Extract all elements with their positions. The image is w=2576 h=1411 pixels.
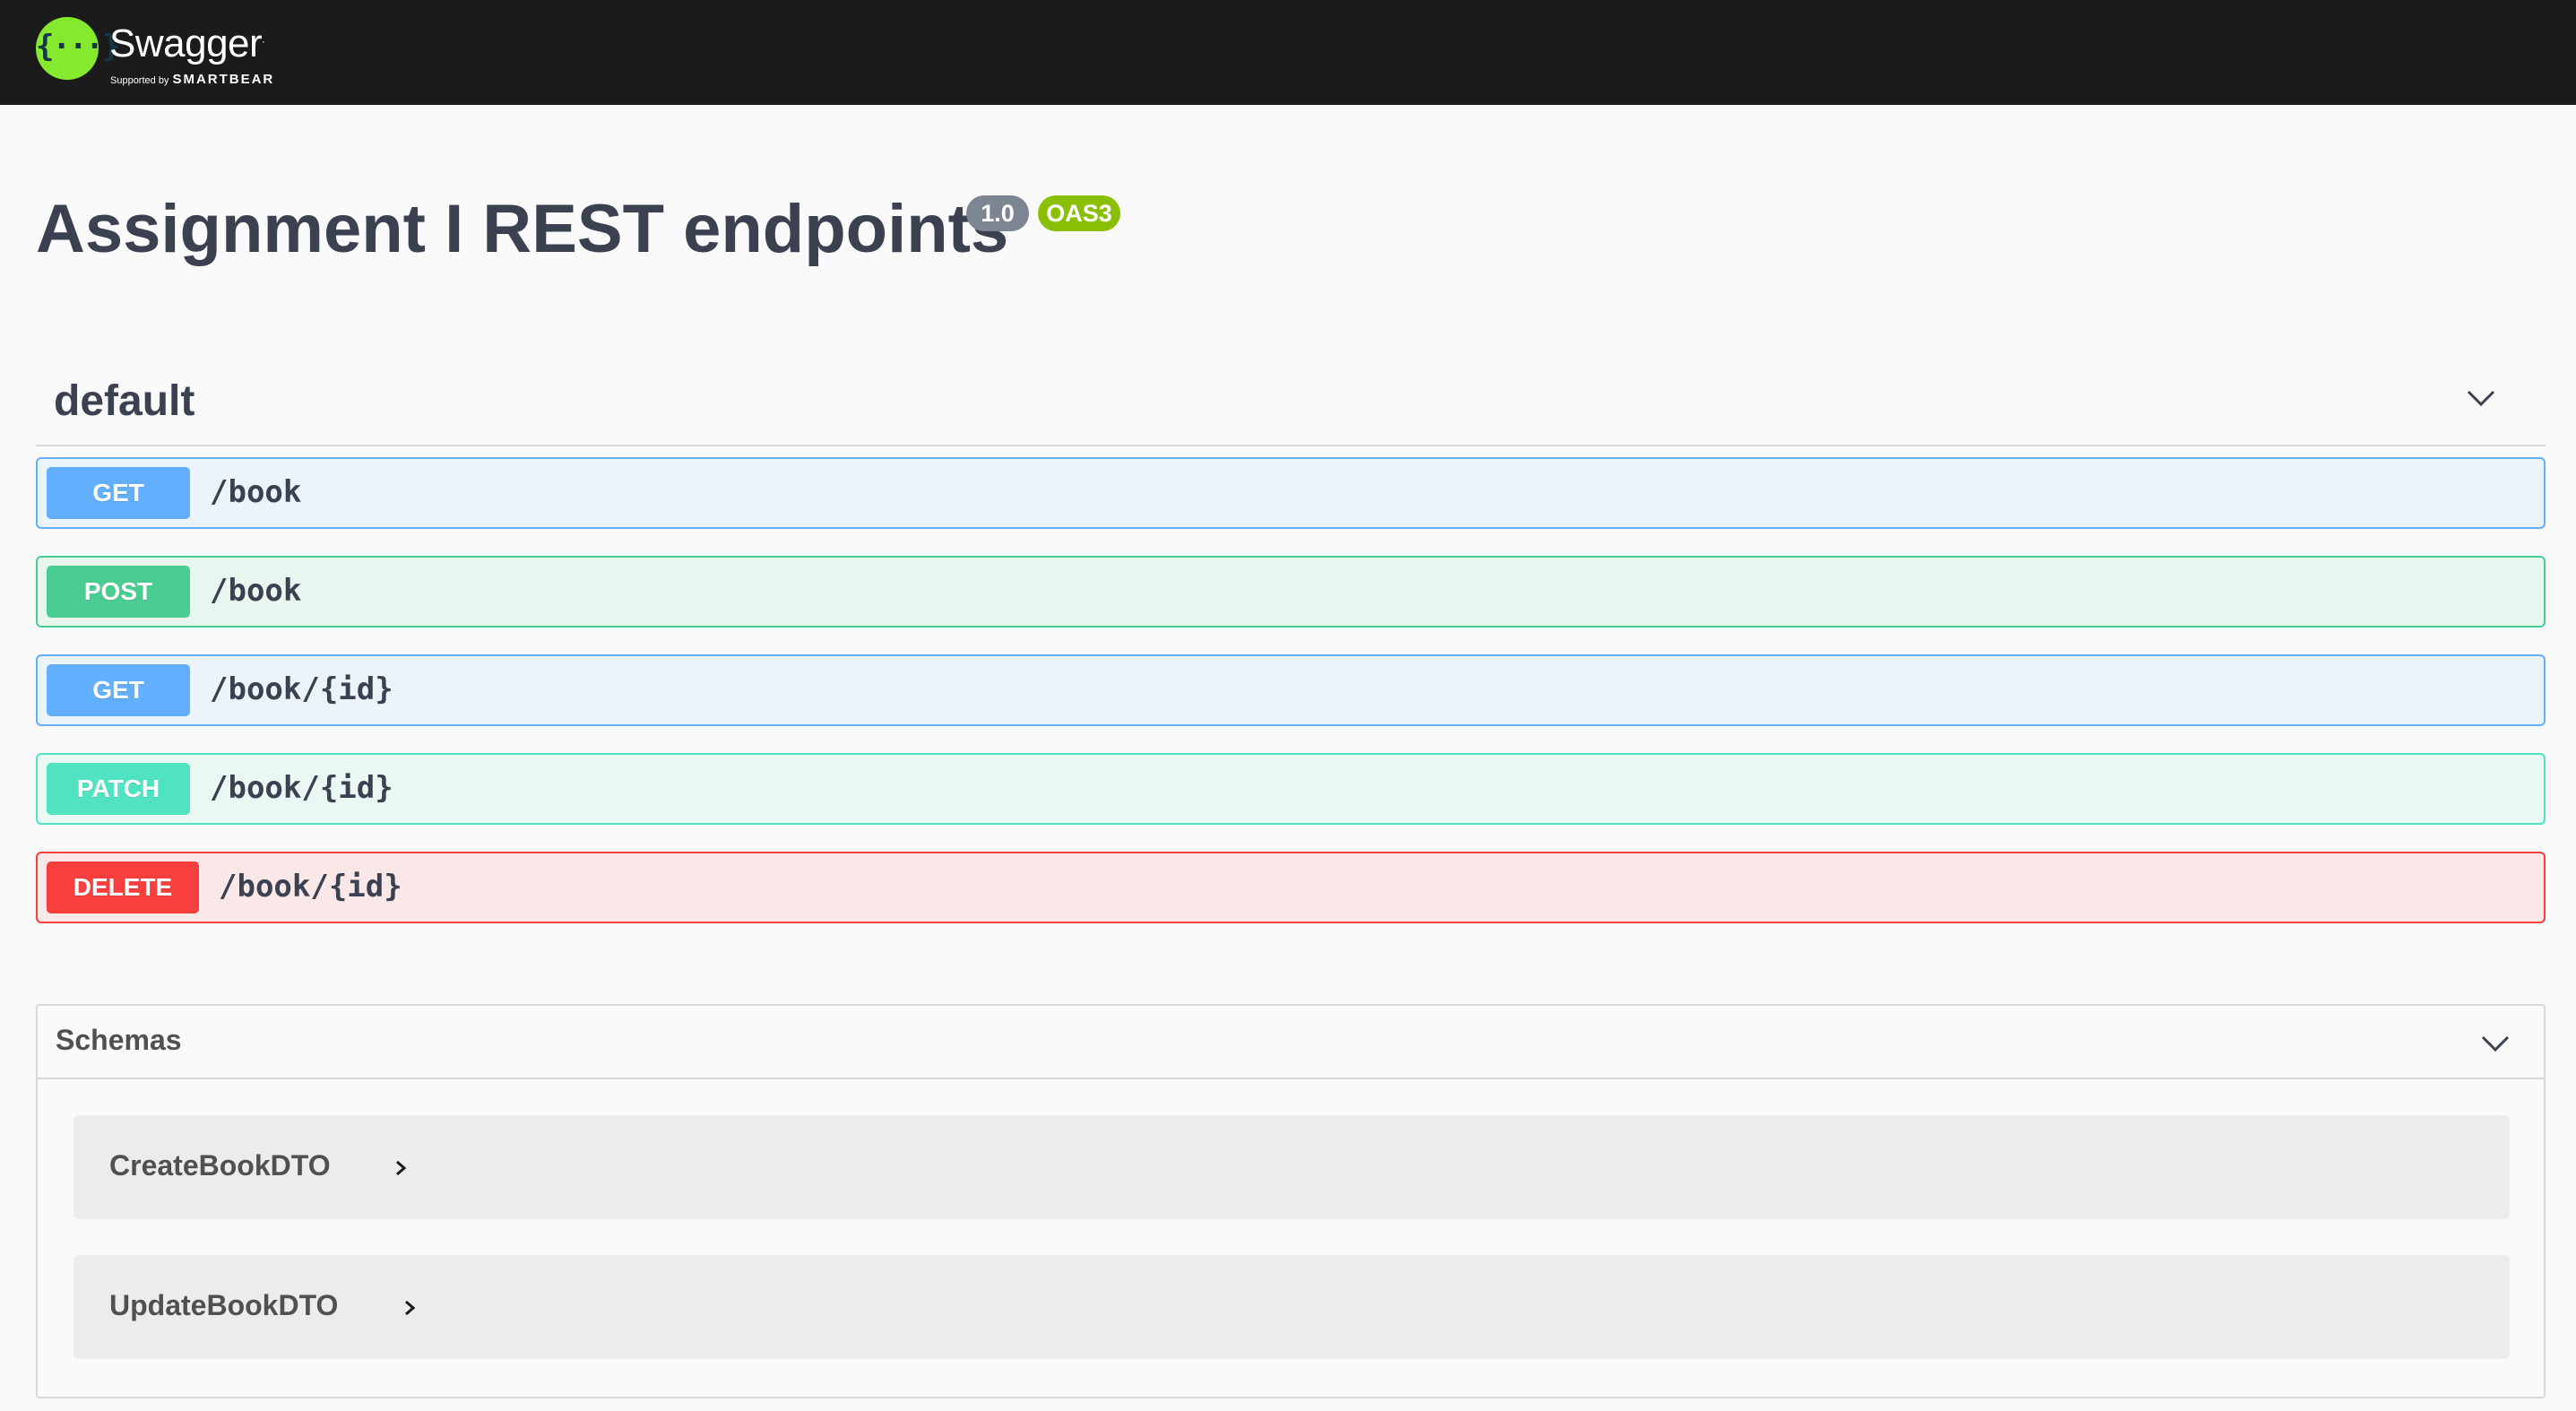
method-badge: DELETE (47, 861, 199, 913)
operation-get-book-id[interactable]: GET /book/{id} (36, 654, 2546, 726)
method-badge: PATCH (47, 763, 190, 815)
page-title: Assignment I REST endpoints (36, 191, 1009, 267)
operation-path: /book/{id} (210, 671, 393, 707)
version-badge: 1.0 (966, 195, 1029, 231)
tag-section-header[interactable]: default (36, 368, 2546, 446)
operation-get-book[interactable]: GET /book (36, 457, 2546, 529)
schemas-title: Schemas (56, 1024, 182, 1056)
topbar: {···} Swagger. Supported by SMARTBEAR (0, 0, 2576, 105)
chevron-down-icon[interactable] (2463, 380, 2499, 416)
operation-path: /book/{id} (219, 869, 402, 905)
model-name: CreateBookDTO (109, 1149, 331, 1182)
method-badge: GET (47, 467, 190, 519)
operation-delete-book-id[interactable]: DELETE /book/{id} (36, 852, 2546, 923)
chevron-right-icon[interactable] (396, 1294, 423, 1321)
method-badge: GET (47, 664, 190, 716)
operation-path: /book (210, 474, 302, 510)
model-update-book-dto[interactable]: UpdateBookDTO (73, 1255, 2510, 1359)
model-name: UpdateBookDTO (109, 1289, 339, 1321)
method-badge: POST (47, 566, 190, 618)
schemas-header[interactable]: Schemas (38, 1006, 2544, 1079)
tag-name: default (54, 377, 195, 425)
operation-path: /book/{id} (210, 770, 393, 806)
chevron-right-icon[interactable] (387, 1155, 414, 1182)
operation-patch-book-id[interactable]: PATCH /book/{id} (36, 753, 2546, 825)
model-create-book-dto[interactable]: CreateBookDTO (73, 1115, 2510, 1219)
operation-path: /book (210, 573, 302, 609)
chevron-down-icon[interactable] (2477, 1026, 2513, 1061)
swagger-logo-text: Swagger. (109, 22, 265, 65)
operation-post-book[interactable]: POST /book (36, 556, 2546, 628)
smartbear-tagline: Supported by SMARTBEAR (110, 72, 275, 87)
schemas-section: Schemas CreateBookDTO UpdateBookDTO (36, 1004, 2546, 1398)
swagger-logo-icon: {···} (36, 17, 120, 80)
oas-badge: OAS3 (1038, 195, 1120, 231)
